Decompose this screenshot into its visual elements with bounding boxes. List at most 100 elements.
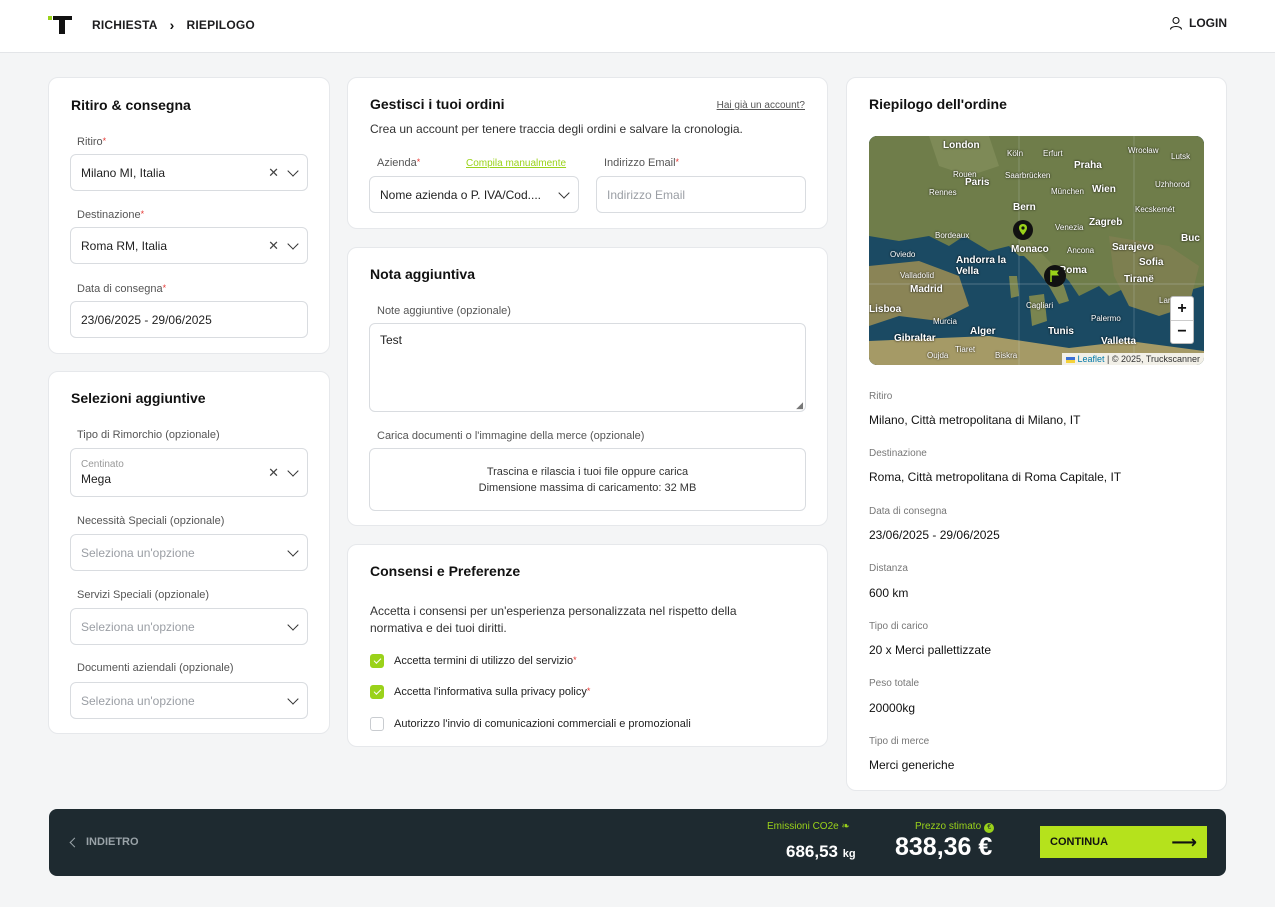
attribution-text: | © 2025, Truckscanner (1104, 354, 1200, 364)
pickup-value: Milano MI, Italia (81, 165, 166, 180)
delivery-date-label: Data di consegna* (77, 283, 167, 295)
consent-marketing[interactable]: Autorizzo l'invio di comunicazioni comme… (370, 717, 691, 731)
trailer-value: Mega (81, 472, 112, 486)
breadcrumb-item-richiesta[interactable]: RICHIESTA (92, 18, 158, 32)
map-label: London (943, 140, 980, 151)
map-label: Valladolid (900, 271, 935, 280)
chevron-down-icon[interactable] (558, 186, 570, 199)
destination-select[interactable]: Roma RM, Italia ✕ (70, 227, 308, 264)
manual-fill-link[interactable]: Compila manualmente (466, 158, 566, 169)
special-services-select[interactable]: Seleziona un'opzione (70, 608, 308, 645)
chevron-right-icon: › (169, 17, 175, 33)
pickup-label: Ritiro* (77, 136, 107, 148)
special-services-label: Servizi Speciali (opzionale) (77, 589, 210, 601)
pickup-select[interactable]: Milano MI, Italia ✕ (70, 154, 308, 191)
checkbox-checked[interactable] (370, 685, 384, 699)
summary-value-merce: Merci generiche (869, 758, 955, 772)
upload-dropzone[interactable]: Trascina e rilascia i tuoi file oppure c… (369, 448, 806, 511)
clear-icon[interactable]: ✕ (268, 165, 279, 181)
destination-flag-icon[interactable] (1044, 265, 1066, 287)
map-label: Wrocław (1128, 146, 1159, 155)
summary-value-tipo-carico: 20 x Merci pallettizzate (869, 643, 992, 657)
login-button[interactable]: LOGIN (1169, 16, 1227, 30)
chevron-down-icon[interactable] (287, 464, 299, 477)
leaf-icon: ❧ (841, 821, 850, 832)
map-label: Saarbrücken (1005, 171, 1051, 180)
notes-textarea[interactable]: Test ◢ (369, 323, 806, 412)
map-label: Oviedo (890, 250, 916, 259)
trailer-label: Tipo di Rimorchio (opzionale) (77, 429, 220, 441)
back-button[interactable]: INDIETRO (69, 836, 139, 848)
checkbox-unchecked[interactable] (370, 717, 384, 731)
map-label: Bern (1013, 202, 1036, 213)
company-docs-select[interactable]: Seleziona un'opzione (70, 682, 308, 719)
special-needs-placeholder: Seleziona un'opzione (81, 545, 195, 560)
zoom-in-button[interactable]: + (1171, 297, 1193, 320)
map-attribution: Leaflet | © 2025, Truckscanner (1061, 353, 1204, 365)
destination-label: Destinazione* (77, 209, 145, 221)
trailer-select[interactable]: Centinato Mega ✕ (70, 448, 308, 497)
consent-card: Consensi e Preferenze Accetta i consensi… (347, 544, 828, 747)
summary-label-peso: Peso totale (869, 678, 920, 689)
route-map[interactable]: London Köln Erfurt Wrocław Praha Lutsk R… (869, 136, 1204, 365)
extras-card: Selezioni aggiuntive Tipo di Rimorchio (… (48, 371, 330, 734)
continue-button[interactable]: CONTINUA ⟶ (1040, 826, 1207, 858)
consent-terms-text: Accetta termini di utilizzo del servizio… (394, 655, 577, 667)
email-placeholder: Indirizzo Email (607, 187, 686, 202)
resize-handle-icon[interactable]: ◢ (796, 400, 803, 411)
chevron-down-icon[interactable] (287, 164, 299, 177)
map-label: Kecskemét (1135, 205, 1175, 214)
orders-description: Crea un account per tenere traccia degli… (370, 122, 743, 136)
consent-privacy-text: Accetta l'informativa sulla privacy poli… (394, 686, 591, 698)
breadcrumb: RICHIESTA › RIEPILOGO (92, 17, 255, 33)
summary-label-destinazione: Destinazione (869, 448, 927, 459)
continue-label: CONTINUA (1050, 836, 1109, 848)
map-label: Cagliari (1026, 301, 1054, 310)
top-bar: RICHIESTA › RIEPILOGO LOGIN (0, 0, 1275, 53)
orders-card-title: Gestisci i tuoi ordini (370, 96, 505, 112)
map-label: Lisboa (869, 304, 902, 315)
map-label: Murcia (933, 317, 958, 326)
clear-icon[interactable]: ✕ (268, 465, 279, 481)
map-label: Tunis (1048, 326, 1074, 337)
map-label: Lutsk (1171, 152, 1191, 161)
map-label: Uzhhorod (1155, 180, 1190, 189)
account-link[interactable]: Hai già un account? (717, 100, 805, 111)
clear-icon[interactable]: ✕ (268, 238, 279, 254)
summary-label-merce: Tipo di merce (869, 736, 930, 747)
map-label: Praha (1074, 160, 1102, 171)
map-label: Monaco (1011, 244, 1049, 255)
zoom-out-button[interactable]: − (1171, 320, 1193, 343)
map-label: Sarajevo (1112, 242, 1154, 253)
upload-line1: Trascina e rilascia i tuoi file oppure c… (486, 465, 689, 478)
map-label: Bordeaux (935, 231, 970, 240)
map-label: Tiaret (955, 345, 976, 354)
summary-label-ritiro: Ritiro (869, 391, 893, 402)
breadcrumb-item-riepilogo: RIEPILOGO (186, 18, 255, 32)
delivery-date-value: 23/06/2025 - 29/06/2025 (81, 312, 212, 327)
upload-label: Carica documenti o l'immagine della merc… (377, 430, 645, 442)
company-select[interactable]: Nome azienda o P. IVA/Cod.... (369, 176, 579, 213)
pickup-delivery-card: Ritiro & consegna Ritiro* Milano MI, Ita… (48, 77, 330, 354)
checkbox-checked[interactable] (370, 654, 384, 668)
consent-terms[interactable]: Accetta termini di utilizzo del servizio… (370, 654, 577, 668)
map-label: Tiranë (1124, 274, 1154, 285)
chevron-down-icon[interactable] (287, 544, 299, 557)
chevron-down-icon[interactable] (287, 237, 299, 250)
delivery-date-input[interactable]: 23/06/2025 - 29/06/2025 (70, 301, 308, 338)
map-label: Zagreb (1089, 217, 1123, 228)
pickup-marker-icon[interactable] (1013, 220, 1033, 244)
consent-marketing-text: Autorizzo l'invio di comunicazioni comme… (394, 718, 691, 730)
emissions-label: Emissioni CO2e ❧ (767, 821, 850, 832)
notes-value: Test (380, 333, 403, 347)
leaflet-link[interactable]: Leaflet (1077, 354, 1104, 364)
email-input[interactable]: Indirizzo Email (596, 176, 806, 213)
logo-icon[interactable] (48, 16, 72, 34)
arrow-right-icon: ⟶ (1171, 831, 1197, 852)
consent-privacy[interactable]: Accetta l'informativa sulla privacy poli… (370, 685, 590, 699)
company-value: Nome azienda o P. IVA/Cod.... (380, 187, 541, 202)
chevron-down-icon[interactable] (287, 692, 299, 705)
upload-line2: Dimensione massima di caricamento: 32 MB (478, 481, 697, 494)
chevron-down-icon[interactable] (287, 618, 299, 631)
special-needs-select[interactable]: Seleziona un'opzione (70, 534, 308, 571)
